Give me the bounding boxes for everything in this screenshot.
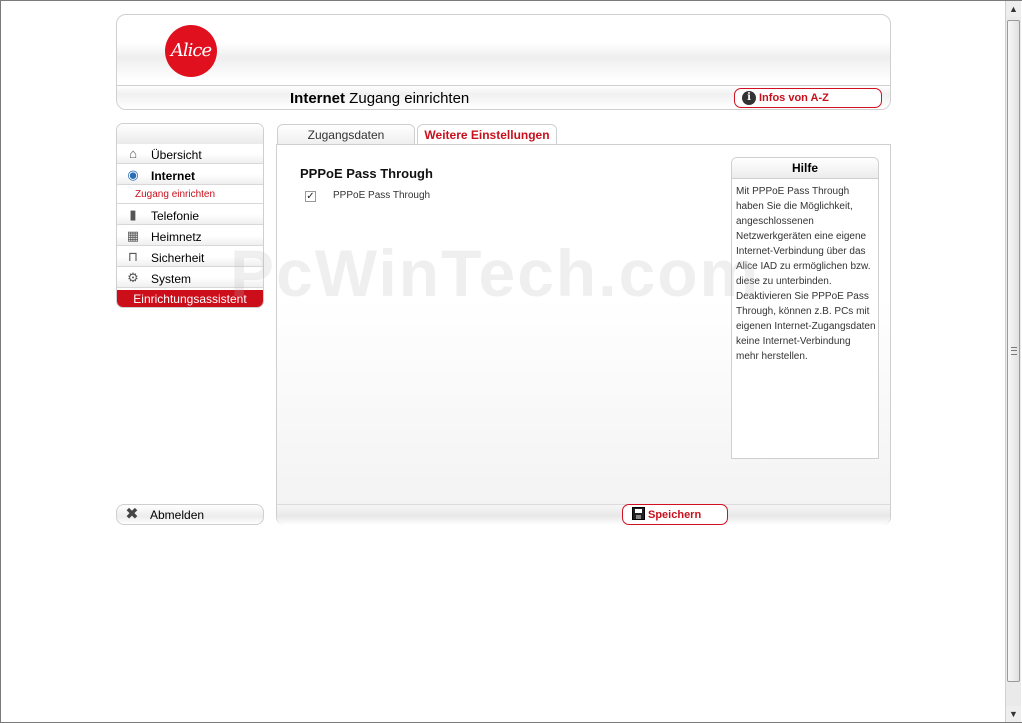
pppoe-pass-through-checkbox[interactable]: ✓ xyxy=(305,191,316,202)
scroll-thumb[interactable] xyxy=(1007,20,1020,682)
help-title: Hilfe xyxy=(732,158,878,179)
sidebar-subitem-zugang-einrichten[interactable]: Zugang einrichten xyxy=(117,186,263,204)
scroll-down-arrow-icon[interactable]: ▼ xyxy=(1006,706,1021,722)
sidebar-item-system[interactable]: ⚙ System xyxy=(117,268,263,288)
sidebar-header xyxy=(117,124,263,145)
sidebar-item-label: Heimnetz xyxy=(151,230,202,244)
help-text: Mit PPPoE Pass Through haben Sie die Mög… xyxy=(736,186,876,362)
sidebar-item-sicherheit[interactable]: ⊓ Sicherheit xyxy=(117,247,263,267)
content-footer xyxy=(277,504,890,525)
sidebar-nav: ⌂ Übersicht ◉ Internet Zugang einrichten… xyxy=(116,123,264,308)
sidebar-subitem-label: Zugang einrichten xyxy=(135,189,216,200)
sidebar-item-label: Sicherheit xyxy=(151,251,205,265)
tab-weitere-einstellungen[interactable]: Weitere Einstellungen xyxy=(417,124,557,144)
save-label: Speichern xyxy=(648,509,702,521)
infos-a-z-button[interactable]: i Infos von A-Z xyxy=(734,88,882,108)
lock-icon: ⊓ xyxy=(127,249,139,264)
home-icon: ⌂ xyxy=(129,146,137,161)
help-box: Hilfe Mit PPPoE Pass Through haben Sie d… xyxy=(731,157,879,459)
save-button[interactable]: Speichern xyxy=(622,504,728,525)
sidebar-item-internet[interactable]: ◉ Internet xyxy=(117,165,263,185)
info-icon: i xyxy=(742,91,756,105)
sidebar-item-uebersicht[interactable]: ⌂ Übersicht xyxy=(117,144,263,164)
sidebar-item-label: Übersicht xyxy=(151,148,202,162)
scroll-up-arrow-icon[interactable]: ▲ xyxy=(1006,1,1021,17)
infos-a-z-label: Infos von A-Z xyxy=(759,92,829,104)
sidebar-item-label: Internet xyxy=(151,169,196,183)
sidebar-item-label: System xyxy=(151,272,192,286)
page-title-bold: Internet xyxy=(290,90,346,107)
grip-icon xyxy=(1011,347,1017,355)
phone-icon: ▮ xyxy=(129,207,137,222)
alice-logo[interactable]: Alice xyxy=(165,25,217,77)
pppoe-pass-through-label: PPPoE Pass Through xyxy=(333,190,431,201)
logout-button[interactable]: ✖ Abmelden xyxy=(116,504,264,525)
tab-zugangsdaten[interactable]: Zugangsdaten xyxy=(277,124,415,144)
globe-icon: ◉ xyxy=(127,167,139,182)
close-icon: ✖ xyxy=(125,506,139,523)
einrichtungsassistent-button[interactable]: Einrichtungsassistent xyxy=(117,290,263,307)
sidebar-item-label: Telefonie xyxy=(151,209,200,223)
sidebar-item-heimnetz[interactable]: ▦ Heimnetz xyxy=(117,226,263,246)
gear-icon: ⚙ xyxy=(127,270,139,285)
floppy-disk-icon xyxy=(632,507,645,520)
page-title-rest: Zugang einrichten xyxy=(345,90,470,107)
sidebar-item-telefonie[interactable]: ▮ Telefonie xyxy=(117,205,263,225)
network-icon: ▦ xyxy=(126,228,140,243)
page-title: Internet Zugang einrichten xyxy=(290,90,469,107)
section-title: PPPoE Pass Through xyxy=(300,166,433,181)
logout-label: Abmelden xyxy=(150,508,205,522)
vertical-scrollbar[interactable]: ▲ ▼ xyxy=(1005,1,1021,722)
